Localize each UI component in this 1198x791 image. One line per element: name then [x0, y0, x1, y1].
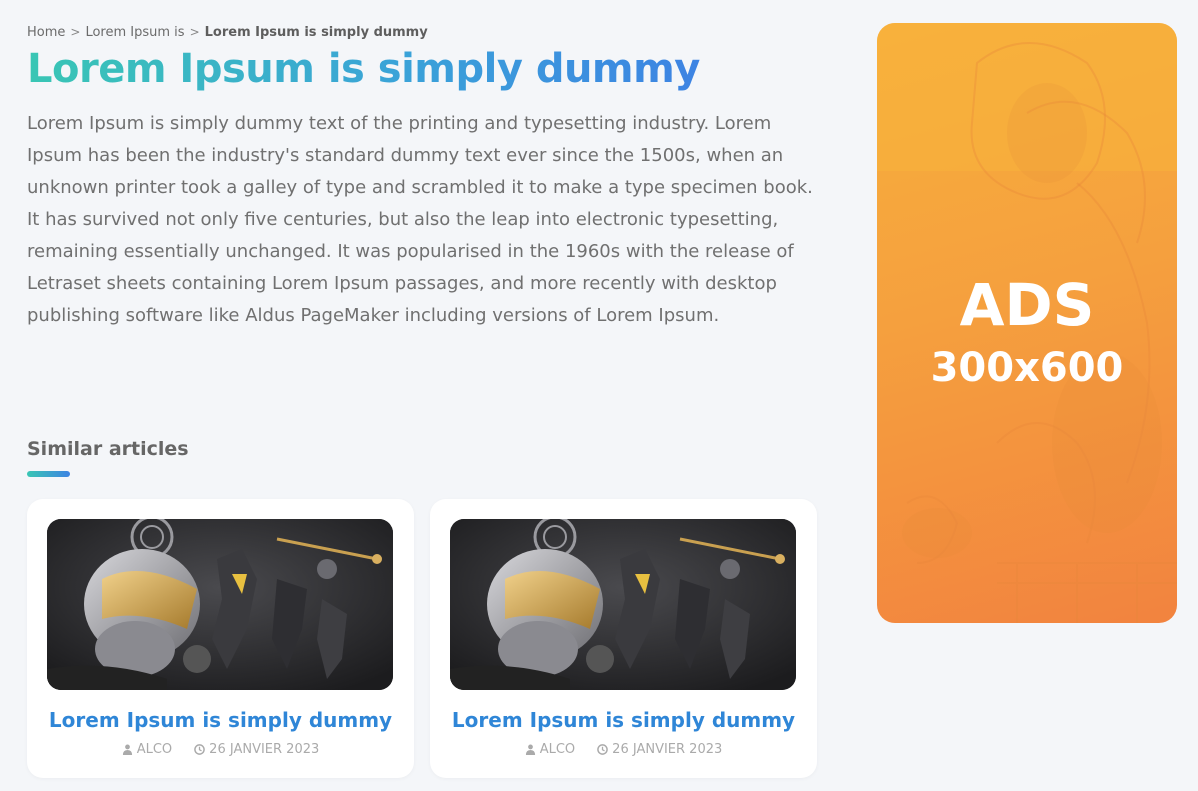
breadcrumb-current: Lorem Ipsum is simply dummy [204, 24, 428, 40]
breadcrumb-home[interactable]: Home [27, 25, 65, 40]
article-card-meta: ALCO 26 JANVIER 2023 [27, 742, 414, 757]
article-card-meta: ALCO 26 JANVIER 2023 [430, 742, 817, 757]
fantasy-heroes-artwork [47, 519, 393, 690]
author-name: ALCO [136, 742, 173, 757]
clock-icon [194, 744, 205, 755]
publish-date: 26 JANVIER 2023 [209, 742, 320, 757]
ad-size-label: 300x600 [930, 345, 1124, 391]
page-title: Lorem Ipsum is simply dummy [27, 46, 700, 92]
similar-articles-heading: Similar articles [27, 438, 189, 460]
fantasy-heroes-artwork [450, 519, 796, 690]
author-meta: ALCO [122, 742, 172, 757]
chevron-right-icon: > [70, 25, 81, 39]
author-name: ALCO [539, 742, 576, 757]
similar-articles-section: Similar articles [27, 437, 189, 477]
heading-underline [27, 471, 70, 477]
ad-banner[interactable]: ADS 300x600 [877, 23, 1177, 623]
author-meta: ALCO [525, 742, 575, 757]
date-meta: 26 JANVIER 2023 [194, 742, 319, 757]
chevron-right-icon: > [189, 25, 200, 39]
article-card-title[interactable]: Lorem Ipsum is simply dummy [27, 706, 414, 734]
date-meta: 26 JANVIER 2023 [597, 742, 722, 757]
ad-label: ADS [959, 271, 1095, 339]
user-icon [122, 744, 132, 755]
clock-icon [597, 744, 608, 755]
breadcrumb: Home > Lorem Ipsum is > Lorem Ipsum is s… [27, 22, 822, 42]
main-content: Home > Lorem Ipsum is > Lorem Ipsum is s… [27, 22, 822, 332]
article-body: Lorem Ipsum is simply dummy text of the … [27, 113, 813, 326]
breadcrumb-category[interactable]: Lorem Ipsum is [85, 25, 184, 40]
user-icon [525, 744, 535, 755]
article-thumbnail[interactable] [47, 519, 393, 690]
publish-date: 26 JANVIER 2023 [612, 742, 723, 757]
article-thumbnail[interactable] [450, 519, 796, 690]
article-card[interactable]: Lorem Ipsum is simply dummy ALCO 26 JANV… [430, 499, 817, 778]
article-card[interactable]: Lorem Ipsum is simply dummy ALCO 26 JANV… [27, 499, 414, 778]
article-card-title[interactable]: Lorem Ipsum is simply dummy [430, 706, 817, 734]
